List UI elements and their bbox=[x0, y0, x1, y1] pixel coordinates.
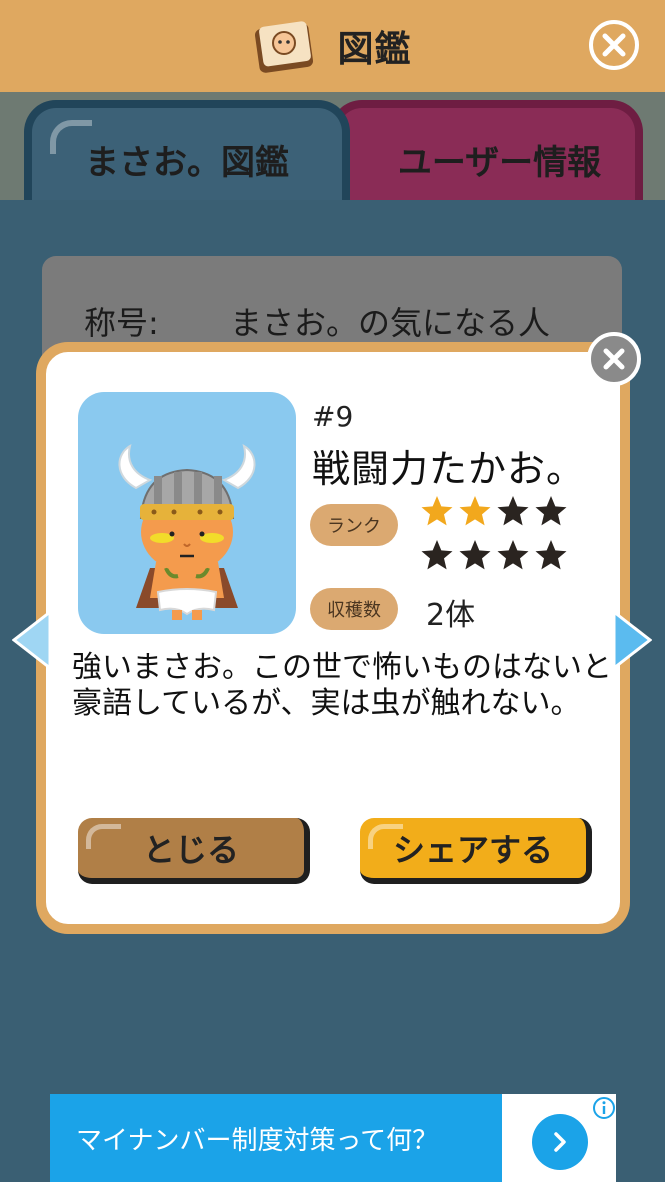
count-value: 2体 bbox=[426, 598, 476, 633]
tab-user-info[interactable]: ユーザー情報 bbox=[330, 100, 643, 210]
rank-label: ランク bbox=[327, 516, 381, 537]
title-value: まさお。の気になる人 bbox=[230, 304, 551, 342]
close-button[interactable]: とじる bbox=[78, 818, 310, 884]
tab-gloss bbox=[50, 120, 92, 154]
close-icon bbox=[602, 33, 626, 57]
star-empty-icon bbox=[535, 540, 567, 570]
page-title: 図鑑 bbox=[337, 29, 412, 70]
button-gloss bbox=[86, 824, 121, 849]
ad-go-button[interactable] bbox=[532, 1114, 588, 1170]
character-name: 戦闘力たかお。 bbox=[312, 447, 586, 491]
star-filled-icon bbox=[421, 496, 453, 526]
count-label: 収穫数 bbox=[327, 600, 381, 621]
count-badge: 収穫数 bbox=[310, 588, 398, 630]
close-icon bbox=[603, 348, 625, 370]
character-portrait bbox=[78, 392, 296, 634]
close-button-label: とじる bbox=[142, 831, 239, 869]
tab-masao-zukan[interactable]: まさお。図鑑 bbox=[24, 100, 350, 210]
button-gloss bbox=[368, 824, 403, 849]
viking-masao-image bbox=[118, 443, 256, 620]
character-detail-modal: #9 戦闘力たかお。 ランク 収穫数 2体 強いまさお。この世で怖いものはないと… bbox=[36, 342, 630, 934]
info-icon[interactable] bbox=[592, 1096, 616, 1120]
header-close-button[interactable] bbox=[589, 20, 639, 70]
ad-banner[interactable]: マイナンバー制度対策って何？ bbox=[50, 1094, 616, 1182]
character-description: 強いまさお。この世で怖いものはないと豪語しているが、実は虫が触れない。 bbox=[72, 650, 612, 721]
ad-text-area[interactable]: マイナンバー制度対策って何？ bbox=[50, 1094, 502, 1182]
star-empty-icon bbox=[497, 496, 529, 526]
share-button[interactable]: シェアする bbox=[360, 818, 592, 884]
rank-stars bbox=[420, 494, 580, 582]
tab-strip: まさお。図鑑 ユーザー情報 bbox=[0, 92, 665, 210]
share-button-label: シェアする bbox=[392, 831, 553, 869]
ad-text: マイナンバー制度対策って何？ bbox=[76, 1125, 439, 1156]
tab-label: まさお。図鑑 bbox=[85, 142, 289, 183]
next-arrow-icon[interactable] bbox=[612, 610, 652, 670]
modal-close-button[interactable] bbox=[587, 332, 641, 386]
rank-badge: ランク bbox=[310, 504, 398, 546]
previous-arrow-icon[interactable] bbox=[12, 610, 52, 670]
character-number: #9 bbox=[312, 400, 354, 433]
star-empty-icon bbox=[497, 540, 529, 570]
title-label: 称号: bbox=[84, 304, 159, 342]
tab-label: ユーザー情報 bbox=[397, 142, 602, 183]
star-empty-icon bbox=[459, 540, 491, 570]
app-header: 図鑑 bbox=[0, 0, 665, 92]
book-icon bbox=[255, 21, 314, 73]
star-filled-icon bbox=[459, 496, 491, 526]
star-empty-icon bbox=[421, 540, 453, 570]
chevron-right-icon bbox=[554, 1132, 566, 1152]
star-empty-icon bbox=[535, 496, 567, 526]
